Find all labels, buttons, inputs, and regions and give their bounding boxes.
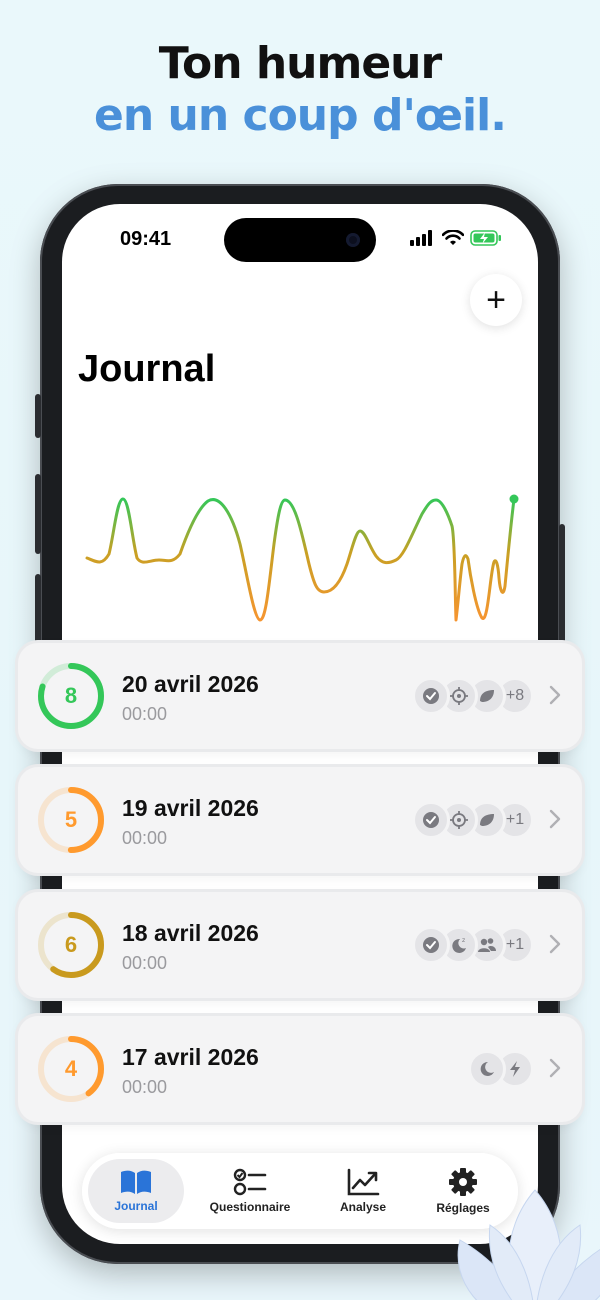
entry-card[interactable]: 5 19 avril 2026 00:00 +1 (18, 767, 582, 873)
entry-date: 19 avril 2026 (122, 795, 259, 821)
phone-power-button (559, 524, 565, 644)
tab-label: Analyse (339, 1200, 387, 1214)
moon-icon (468, 1050, 506, 1088)
chevron-right-icon (549, 809, 561, 829)
entry-card[interactable]: 6 18 avril 2026 00:00 +1 z (18, 892, 582, 998)
check-icon (412, 801, 450, 839)
plus-icon: + (486, 281, 506, 319)
phone-side-button (35, 394, 41, 438)
mood-score: 6 (64, 932, 78, 957)
status-icons (410, 230, 502, 246)
entry-card[interactable]: 4 17 avril 2026 00:00 (18, 1016, 582, 1122)
camera-icon (346, 233, 360, 247)
headline: Ton humeur en un coup d'œil. (0, 38, 600, 142)
dynamic-island (224, 218, 376, 262)
entry-tags: +1 (412, 801, 534, 839)
lotus-decoration (457, 1189, 600, 1300)
tab-questionnaire[interactable]: Questionnaire (200, 1153, 300, 1229)
mood-score: 8 (64, 683, 78, 708)
headline-line-1: Ton humeur (158, 38, 442, 89)
tab-label: Questionnaire (209, 1200, 291, 1214)
mood-score: 5 (64, 807, 78, 832)
signal-icon (410, 230, 432, 246)
chevron-right-icon (549, 934, 561, 954)
entry-date: 20 avril 2026 (122, 671, 259, 697)
check-icon (412, 926, 450, 964)
entry-date: 18 avril 2026 (122, 920, 259, 946)
tab-journal[interactable]: Journal (88, 1153, 184, 1229)
chevron-right-icon (549, 685, 561, 705)
mood-line (85, 497, 516, 622)
mood-score: 4 (64, 1056, 78, 1081)
entry-time: 00:00 (122, 1077, 168, 1097)
entry-tags: +1 z (412, 926, 534, 964)
status-time: 09:41 (120, 228, 172, 250)
entry-time: 00:00 (122, 953, 168, 973)
entry-time: 00:00 (122, 828, 168, 848)
entry-tags (468, 1050, 534, 1088)
tab-label: Journal (114, 1199, 158, 1213)
entry-tags: +8 (412, 677, 534, 715)
tab-analyse[interactable]: Analyse (318, 1153, 408, 1229)
svg-text:z: z (462, 937, 465, 944)
chevron-right-icon (549, 1058, 561, 1078)
chart-icon (347, 1168, 380, 1196)
battery-icon (470, 230, 501, 246)
entry-time: 00:00 (122, 704, 168, 724)
headline-line-2: en un coup d'œil. (94, 90, 507, 141)
check-icon (412, 677, 450, 715)
add-entry-button[interactable]: + (470, 274, 522, 326)
entry-card[interactable]: 8 20 avril 2026 00:00 +8 (18, 643, 582, 749)
book-icon (121, 1170, 151, 1194)
wifi-icon (442, 230, 464, 245)
phone-volume-down-button (35, 574, 41, 654)
checklist-icon (233, 1168, 267, 1196)
phone-volume-up-button (35, 474, 41, 554)
page-title: Journal (78, 348, 216, 390)
mood-line-end-dot (509, 494, 519, 504)
entry-date: 17 avril 2026 (122, 1044, 259, 1070)
